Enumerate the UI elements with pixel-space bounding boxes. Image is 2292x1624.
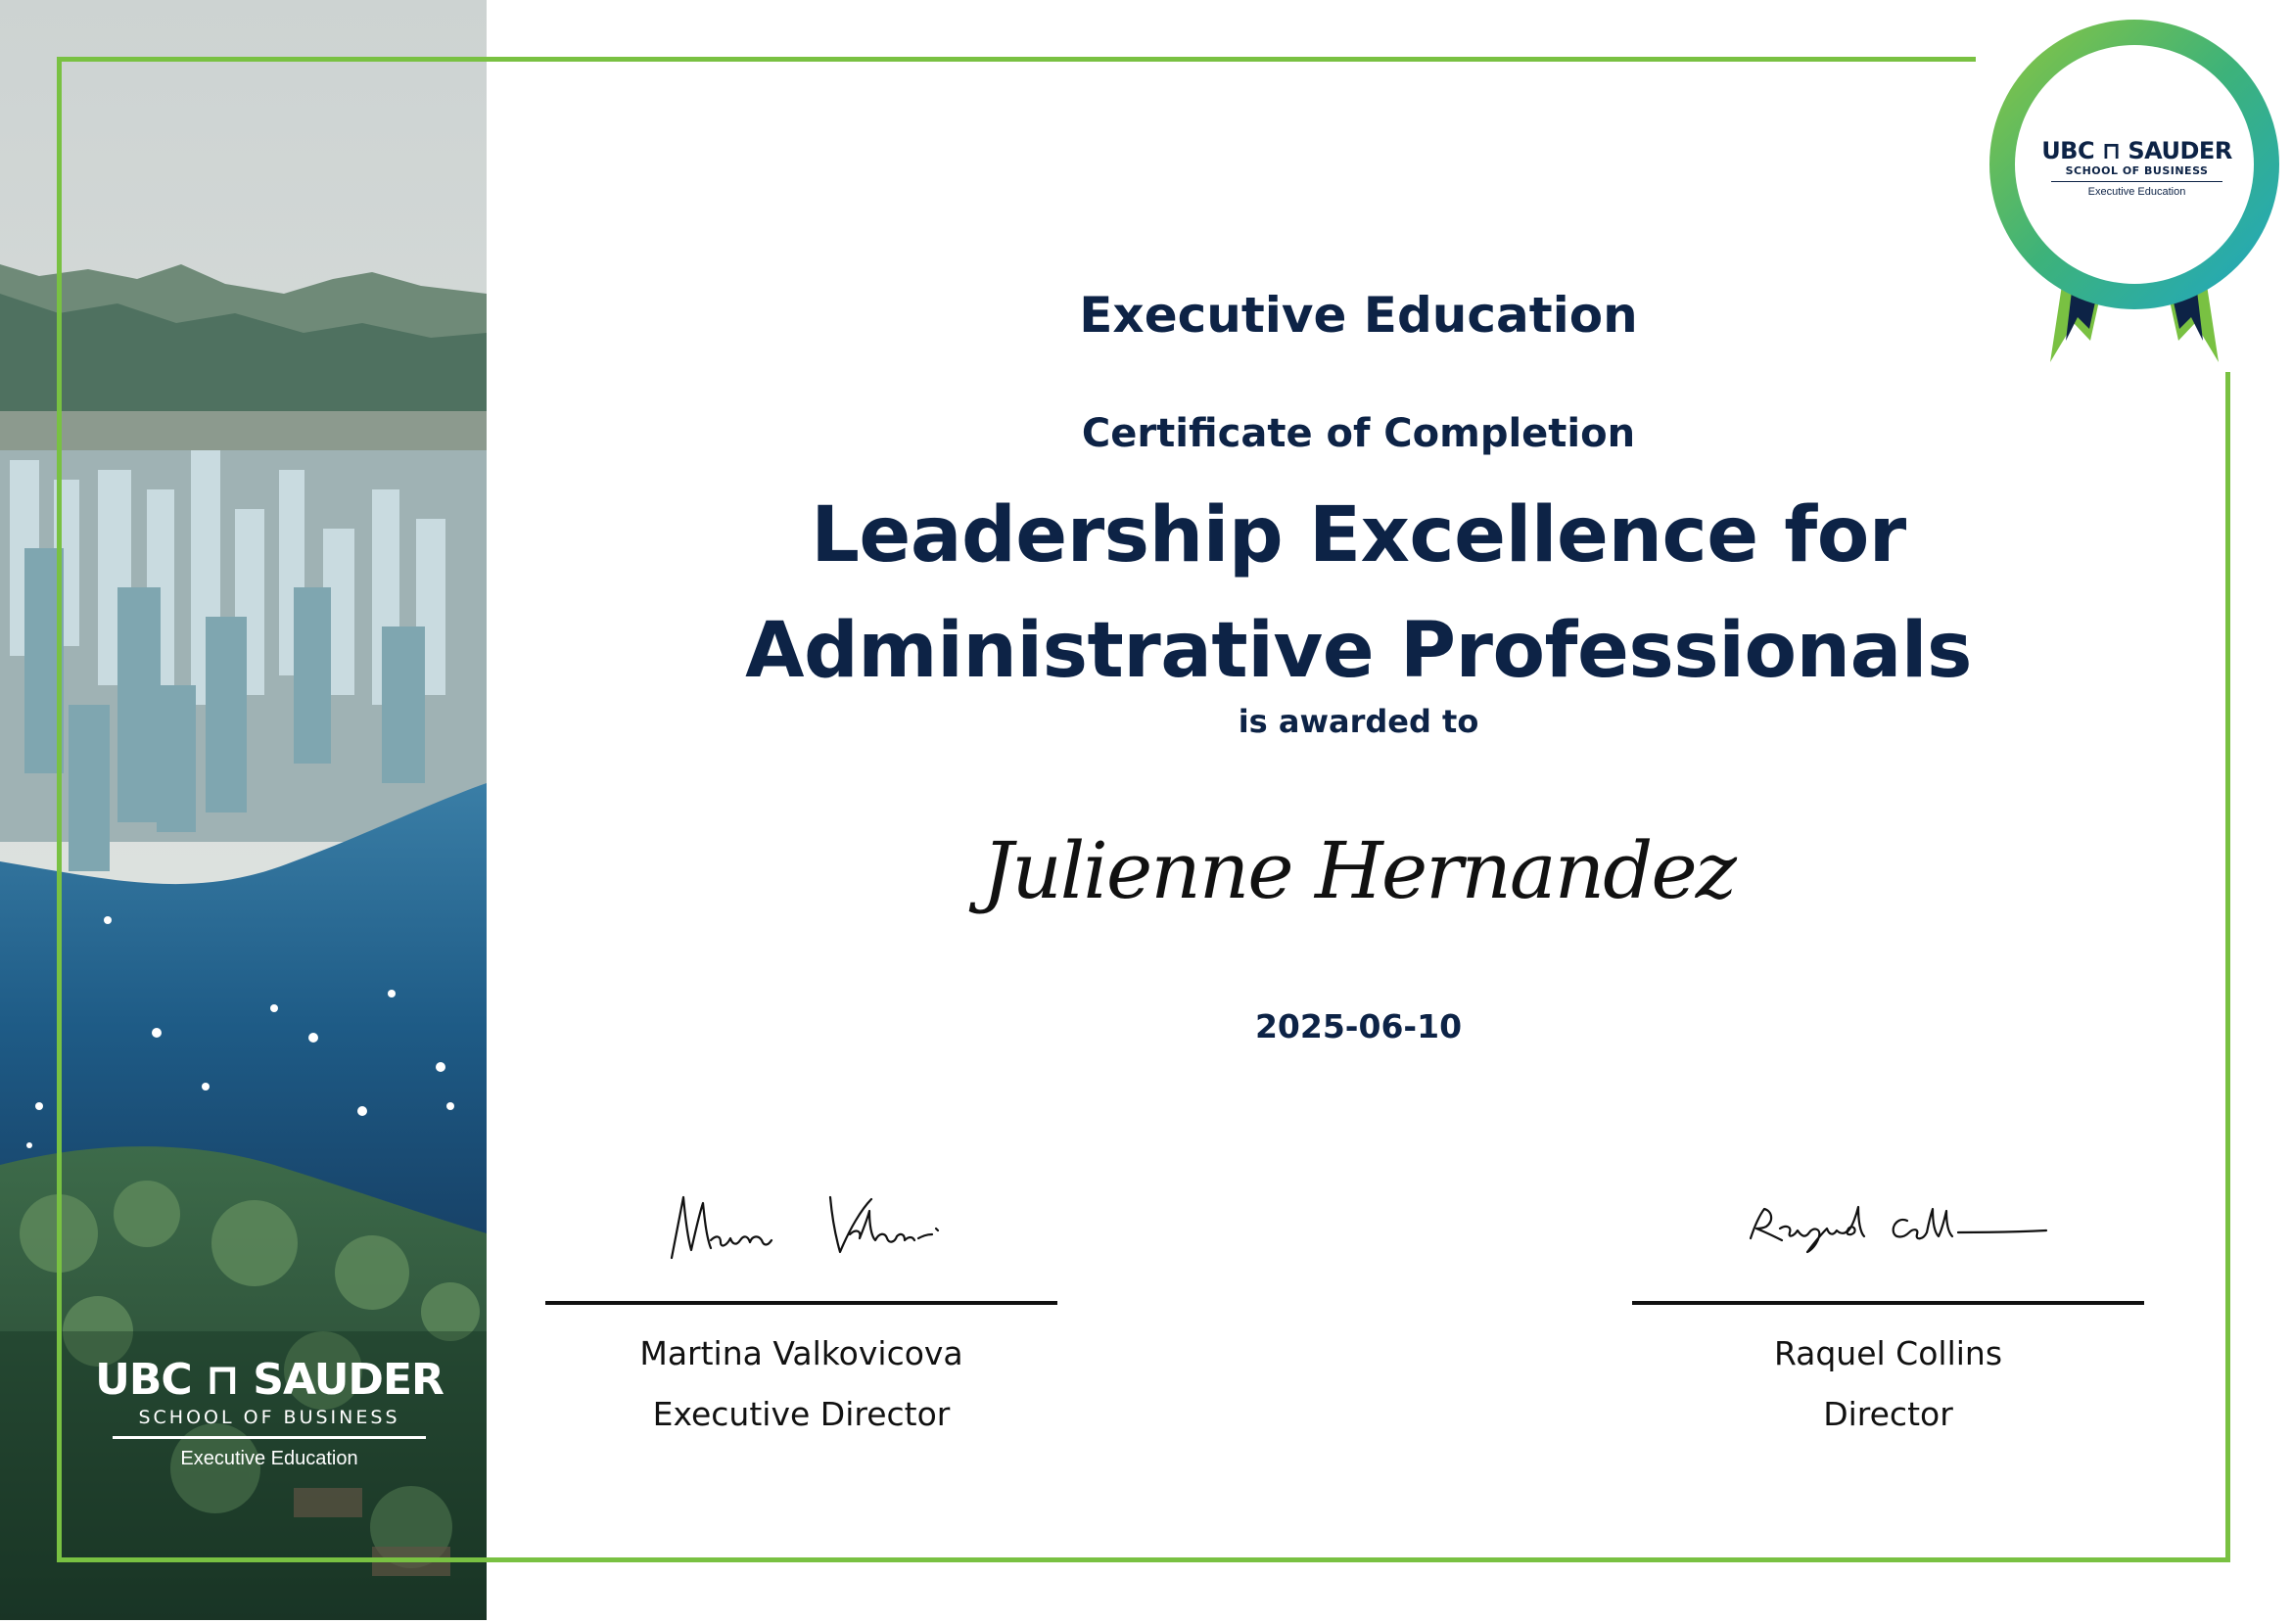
signature-line-1 [545,1301,1057,1305]
awarded-to-text: is awarded to [1238,703,1479,740]
signatory-2-name: Raquel Collins [1773,1334,2003,1372]
signatory-1-name: Martina Valkovicova [639,1334,963,1372]
signature-line-2 [1632,1301,2144,1305]
seal-rule [2051,181,2222,182]
seal-ubc-sauder-logo: UBC ⊓ SAUDER SCHOOL OF BUSINESS Executiv… [2027,137,2247,199]
logo-rule [113,1436,426,1439]
award-date: 2025-06-10 [1254,1007,1463,1045]
seal-line-2: SCHOOL OF BUSINESS [2065,164,2209,177]
logo-line-1: UBC ⊓ SAUDER [95,1355,444,1405]
recipient-name: Julienne Hernandez [982,825,1737,916]
frame-right-border [2225,372,2230,1562]
frame-left-border [57,57,62,1562]
certificate-type: Certificate of Completion [1081,411,1636,456]
signatory-1-title: Executive Director [652,1395,951,1433]
logo-line-3: Executive Education [180,1448,358,1469]
program-heading: Executive Education [1079,287,1638,344]
frame-bottom-border [57,1557,2230,1562]
frame-top-border [57,57,1976,62]
logo-line-2: SCHOOL OF BUSINESS [138,1407,400,1428]
course-title: Leadership Excellence for Administrative… [745,491,1972,695]
signature-raquel-collins [1749,1205,2048,1254]
seal-line-1: UBC ⊓ SAUDER [2041,137,2232,164]
signatory-2-title: Director [1823,1395,1953,1433]
left-ubc-sauder-logo: UBC ⊓ SAUDER SCHOOL OF BUSINESS Executiv… [69,1356,470,1470]
seal-line-3: Executive Education [2087,186,2186,198]
signature-martina-valkovicova [670,1195,940,1260]
